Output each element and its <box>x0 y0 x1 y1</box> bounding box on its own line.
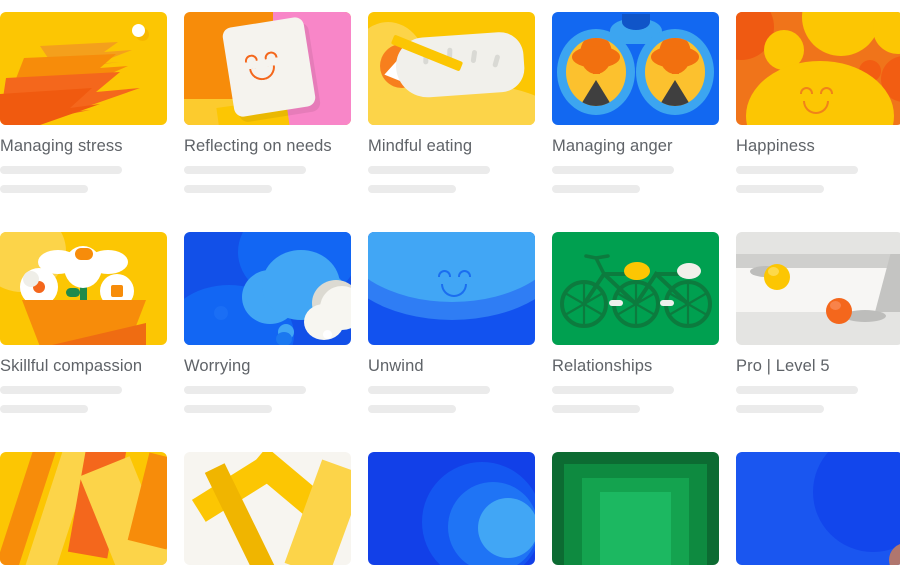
flower-center <box>75 248 93 260</box>
card-thumbnail-pro-level-5[interactable] <box>736 232 900 345</box>
card-title: Managing anger <box>552 137 673 155</box>
placeholder-line <box>0 166 122 174</box>
card-thumbnail-relationships[interactable] <box>552 232 719 345</box>
placeholder-line <box>0 405 88 413</box>
volcano-right-icon <box>645 38 705 106</box>
placeholder-line <box>552 386 674 394</box>
placeholder-line <box>736 405 824 413</box>
notepad-shape <box>221 16 317 118</box>
card-row3-4[interactable] <box>552 452 719 565</box>
lava-column <box>593 48 600 74</box>
ball-highlight <box>830 301 841 310</box>
placeholder-line <box>0 386 122 394</box>
card-title: Mindful eating <box>368 137 473 155</box>
card-thumbnail-row3-5[interactable] <box>736 452 900 565</box>
card-title: Happiness <box>736 137 815 155</box>
card-title: Pro | Level 5 <box>736 357 830 375</box>
card-unwind[interactable]: Unwind <box>368 232 535 413</box>
placeholder-line <box>184 405 272 413</box>
card-title: Relationships <box>552 357 653 375</box>
card-pro-level-5[interactable]: Pro | Level 5 <box>736 232 900 413</box>
placeholder-line <box>368 386 490 394</box>
placeholder-line <box>552 185 640 193</box>
card-relationships[interactable]: Relationships <box>552 232 719 413</box>
yellow-ball-icon <box>764 264 790 290</box>
abstract-shape <box>478 498 535 558</box>
eye-left-icon <box>800 87 813 94</box>
binocular-bridge-dark <box>622 14 650 30</box>
placeholder-line <box>184 386 306 394</box>
placeholder-line <box>184 185 272 193</box>
card-thumbnail-managing-anger[interactable] <box>552 12 719 125</box>
card-happiness[interactable]: Happiness <box>736 12 900 193</box>
card-row3-5[interactable] <box>736 452 900 565</box>
eye-right-icon <box>458 270 471 277</box>
placeholder-line <box>368 405 456 413</box>
blue-dot <box>276 332 292 345</box>
placeholder-line <box>552 166 674 174</box>
card-title: Managing stress <box>0 137 123 155</box>
card-thumbnail-worrying[interactable] <box>184 232 351 345</box>
card-title: Skillful compassion <box>0 357 143 375</box>
mountain <box>580 80 612 106</box>
abstract-shape <box>600 492 671 565</box>
card-row3-2[interactable] <box>184 452 351 565</box>
bread-seed <box>470 49 478 64</box>
card-grid: Managing stress Reflecting on needs Mind… <box>0 0 900 565</box>
smile-icon <box>803 101 829 114</box>
placeholder-line <box>552 405 640 413</box>
petal-shade <box>23 271 39 287</box>
placeholder-line <box>736 386 858 394</box>
card-thumbnail-unwind[interactable] <box>368 232 535 345</box>
card-mindful-eating[interactable]: Mindful eating <box>368 12 535 193</box>
card-row3-3[interactable] <box>368 452 535 565</box>
card-worrying[interactable]: Worrying <box>184 232 351 413</box>
card-thumbnail-reflecting-on-needs[interactable] <box>184 12 351 125</box>
ball-highlight <box>768 267 779 276</box>
blue-dot <box>214 306 228 320</box>
card-thumbnail-mindful-eating[interactable] <box>368 12 535 125</box>
eye-left-icon <box>243 53 258 63</box>
card-thumbnail-row3-3[interactable] <box>368 452 535 565</box>
card-skillful-compassion[interactable]: Skillful compassion <box>0 232 167 413</box>
smile-icon <box>249 65 277 82</box>
mountain <box>659 80 691 106</box>
sun-icon <box>132 24 145 37</box>
card-title: Worrying <box>184 357 251 375</box>
placeholder-line <box>736 166 858 174</box>
volcano-left-icon <box>566 38 626 106</box>
card-thumbnail-row3-2[interactable] <box>184 452 351 565</box>
eye-right-icon <box>263 50 278 60</box>
white-dot <box>323 330 332 339</box>
placeholder-line <box>184 166 306 174</box>
orange-ball-icon <box>826 298 852 324</box>
card-thumbnail-happiness[interactable] <box>736 12 900 125</box>
card-thumbnail-skillful-compassion[interactable] <box>0 232 167 345</box>
eye-left-icon <box>438 270 451 277</box>
card-reflecting-on-needs[interactable]: Reflecting on needs <box>184 12 351 193</box>
placeholder-line <box>368 185 456 193</box>
eye-right-icon <box>820 87 833 94</box>
placeholder-line <box>368 166 490 174</box>
card-row3-1[interactable] <box>0 452 167 565</box>
card-thumbnail-row3-1[interactable] <box>0 452 167 565</box>
card-managing-stress[interactable]: Managing stress <box>0 12 167 193</box>
card-title: Reflecting on needs <box>184 137 332 155</box>
card-thumbnail-row3-4[interactable] <box>552 452 719 565</box>
card-thumbnail-managing-stress[interactable] <box>0 12 167 125</box>
tandem-bicycle-icon <box>560 254 712 328</box>
card-title: Unwind <box>368 357 424 375</box>
flower-center <box>111 285 123 297</box>
placeholder-line <box>0 185 88 193</box>
bread-seed <box>492 54 501 68</box>
card-managing-anger[interactable]: Managing anger <box>552 12 719 193</box>
placeholder-line <box>736 185 824 193</box>
lava-column <box>672 48 679 74</box>
